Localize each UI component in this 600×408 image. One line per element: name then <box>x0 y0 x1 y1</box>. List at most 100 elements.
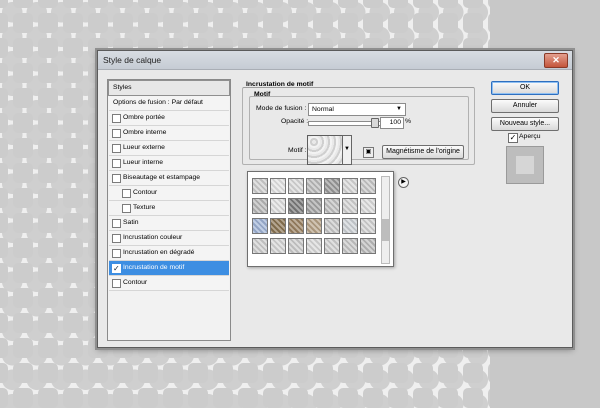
pattern-swatch-option[interactable] <box>306 178 322 194</box>
pattern-swatch-option[interactable] <box>288 198 304 214</box>
pattern-tile <box>63 38 83 58</box>
pattern-swatch-option[interactable] <box>324 198 340 214</box>
cancel-button[interactable]: Annuler <box>491 99 559 113</box>
style-item[interactable]: Contour <box>109 186 229 201</box>
style-checkbox[interactable]: ✓ <box>112 264 121 273</box>
pattern-swatch-option[interactable] <box>342 238 358 254</box>
pattern-tile <box>388 13 408 33</box>
pattern-swatch-option[interactable] <box>270 198 286 214</box>
style-item[interactable]: Texture <box>109 201 229 216</box>
pattern-tile <box>463 388 483 408</box>
pattern-swatch-option[interactable] <box>270 218 286 234</box>
styles-list: Styles Options de fusion : Par défaut Omb… <box>107 79 231 341</box>
pattern-swatch[interactable] <box>307 135 343 165</box>
style-item[interactable]: Incrustation en dégradé <box>109 246 229 261</box>
style-item-label: Satin <box>123 219 139 226</box>
style-item-label: Contour <box>133 189 158 196</box>
pattern-swatch-option[interactable] <box>306 198 322 214</box>
style-item-label: Lueur interne <box>123 159 164 166</box>
style-checkbox[interactable] <box>112 249 121 258</box>
pattern-tile <box>13 238 33 258</box>
style-checkbox[interactable] <box>112 159 121 168</box>
pattern-picker <box>247 171 394 267</box>
pattern-tile <box>188 13 208 33</box>
snap-to-origin-button[interactable]: Magnétisme de l'origine <box>382 145 464 159</box>
pattern-swatch-option[interactable] <box>324 178 340 194</box>
style-item[interactable]: Lueur interne <box>109 156 229 171</box>
picker-scrollbar[interactable] <box>381 176 390 264</box>
pattern-swatch-option[interactable] <box>270 238 286 254</box>
opacity-input[interactable]: 100 <box>380 117 404 129</box>
pattern-tile <box>0 338 8 358</box>
pattern-swatch-option[interactable] <box>306 218 322 234</box>
style-item[interactable]: Incrustation couleur <box>109 231 229 246</box>
right-arrow-icon[interactable]: ▶ <box>398 177 409 188</box>
style-item[interactable]: Options de fusion : Par défaut <box>109 96 229 111</box>
pattern-tile <box>313 13 333 33</box>
pattern-swatch-option[interactable] <box>252 238 268 254</box>
style-item[interactable]: Satin <box>109 216 229 231</box>
style-checkbox[interactable] <box>122 204 131 213</box>
style-checkbox[interactable] <box>122 189 131 198</box>
pattern-swatch-option[interactable] <box>288 238 304 254</box>
style-item[interactable]: ✓ Incrustation de motif <box>109 261 229 276</box>
style-item-label: Biseautage et estampage <box>123 174 201 181</box>
pattern-tile <box>63 163 83 183</box>
pattern-swatch-option[interactable] <box>252 198 268 214</box>
style-checkbox[interactable] <box>112 174 121 183</box>
pattern-swatch-option[interactable] <box>252 178 268 194</box>
title-bar[interactable]: Style de calque ✕ <box>98 51 572 70</box>
pattern-swatch-option[interactable] <box>342 198 358 214</box>
pattern-tile <box>0 213 8 233</box>
pattern-tile <box>13 363 33 383</box>
style-checkbox[interactable] <box>112 234 121 243</box>
scroll-thumb[interactable] <box>382 219 389 241</box>
new-style-button[interactable]: Nouveau style... <box>491 117 559 131</box>
style-item[interactable]: Ombre portée <box>109 111 229 126</box>
style-checkbox[interactable] <box>112 219 121 228</box>
pattern-tile <box>0 138 8 158</box>
style-checkbox[interactable] <box>112 114 121 123</box>
pattern-tile <box>13 138 33 158</box>
style-checkbox[interactable] <box>112 129 121 138</box>
style-item[interactable]: Biseautage et estampage <box>109 171 229 186</box>
pattern-swatch-option[interactable] <box>342 218 358 234</box>
pattern-swatch-option[interactable] <box>360 238 376 254</box>
pattern-swatch-option[interactable] <box>252 218 268 234</box>
pattern-swatch-option[interactable] <box>360 178 376 194</box>
pattern-tile <box>13 63 33 83</box>
preview-checkbox[interactable]: ✓ <box>508 133 518 143</box>
close-button[interactable]: ✕ <box>544 53 568 68</box>
ok-button[interactable]: OK <box>491 81 559 95</box>
pattern-swatch-option[interactable] <box>360 218 376 234</box>
pattern-tile <box>38 0 58 8</box>
pattern-tile <box>13 113 33 133</box>
pattern-swatch-option[interactable] <box>270 178 286 194</box>
style-item[interactable]: Lueur externe <box>109 141 229 156</box>
pattern-tile <box>63 0 83 8</box>
blend-mode-label: Mode de fusion : <box>256 105 307 112</box>
pattern-swatch-option[interactable] <box>324 238 340 254</box>
styles-header[interactable]: Styles <box>108 80 230 96</box>
pattern-tile <box>13 388 33 408</box>
style-checkbox[interactable] <box>112 279 121 288</box>
pattern-tile <box>238 363 258 383</box>
style-checkbox[interactable] <box>112 144 121 153</box>
pattern-swatch-option[interactable] <box>306 238 322 254</box>
blend-mode-select[interactable]: Normal ▼ <box>308 103 406 116</box>
new-preset-icon[interactable]: ▣ <box>363 147 374 158</box>
style-item[interactable]: Contour <box>109 276 229 291</box>
pattern-swatch-option[interactable] <box>288 218 304 234</box>
pattern-swatch-option[interactable] <box>342 178 358 194</box>
pattern-dropdown[interactable]: ▼ <box>342 135 352 165</box>
pattern-tile <box>388 388 408 408</box>
opacity-slider-thumb[interactable] <box>371 118 379 128</box>
pattern-swatch-option[interactable] <box>360 198 376 214</box>
pattern-tile <box>438 0 458 8</box>
pattern-swatch-option[interactable] <box>324 218 340 234</box>
pattern-tile <box>163 388 183 408</box>
pattern-tile <box>13 163 33 183</box>
pattern-tile <box>63 138 83 158</box>
style-item[interactable]: Ombre interne <box>109 126 229 141</box>
pattern-swatch-option[interactable] <box>288 178 304 194</box>
